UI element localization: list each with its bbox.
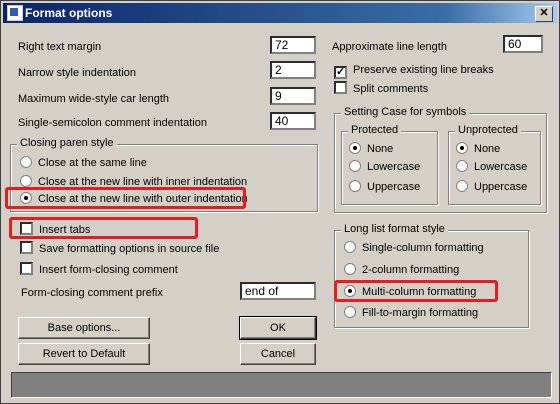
radio-icon [456, 180, 468, 192]
long-list-legend: Long list format style [341, 223, 448, 235]
protected-uppercase-radio[interactable]: Uppercase [349, 180, 420, 194]
form-closing-prefix-label: Form-closing comment prefix [21, 287, 163, 299]
radio-selected-icon [349, 142, 361, 154]
unprotected-none-radio[interactable]: None [456, 142, 500, 156]
radio-icon [344, 241, 356, 253]
radio-icon [344, 263, 356, 275]
checkbox-icon [20, 262, 33, 275]
checkmark-icon: ✓ [334, 66, 347, 79]
max-wide-style-car-length-field[interactable]: 9 [270, 87, 316, 105]
case-symbols-legend: Setting Case for symbols [341, 106, 470, 118]
two-column-radio[interactable]: 2-column formatting [344, 263, 459, 277]
highlight-multi-column [334, 280, 498, 302]
window-title: Format options [25, 6, 113, 20]
insert-form-closing-comment-checkbox[interactable]: Insert form-closing comment [20, 262, 178, 276]
radio-icon [349, 160, 361, 172]
closing-paren-option-same-line[interactable]: Close at the same line [20, 156, 147, 170]
save-formatting-options-checkbox[interactable]: Save formatting options in source file [20, 241, 219, 255]
approximate-line-length-field[interactable]: 60 [503, 35, 543, 53]
narrow-style-indentation-field[interactable]: 2 [270, 61, 316, 79]
base-options-button[interactable]: Base options... [18, 317, 150, 339]
radio-icon [20, 156, 32, 168]
cancel-button[interactable]: Cancel [240, 343, 316, 365]
max-wide-style-car-length-label: Maximum wide-style car length [18, 93, 169, 105]
approximate-line-length-label: Approximate line length [332, 41, 447, 53]
format-options-dialog: Format options ✕ Right text margin 72 Na… [0, 0, 560, 404]
app-icon [7, 5, 23, 21]
right-text-margin-label: Right text margin [18, 41, 102, 53]
right-text-margin-field[interactable]: 72 [270, 36, 316, 54]
radio-selected-icon [456, 142, 468, 154]
ok-button[interactable]: OK [239, 316, 317, 340]
form-closing-prefix-field[interactable]: end of [240, 282, 316, 300]
revert-to-default-button[interactable]: Revert to Default [18, 343, 150, 365]
single-semicolon-indentation-label: Single-semicolon comment indentation [18, 117, 207, 129]
single-semicolon-indentation-field[interactable]: 40 [270, 112, 316, 130]
highlight-outer-indentation [5, 187, 246, 209]
close-button[interactable]: ✕ [535, 6, 553, 22]
protected-legend: Protected [348, 124, 402, 136]
radio-icon [349, 180, 361, 192]
protected-none-radio[interactable]: None [349, 142, 393, 156]
single-column-radio[interactable]: Single-column formatting [344, 241, 484, 255]
radio-icon [20, 175, 32, 187]
radio-icon [344, 306, 356, 318]
split-comments-checkbox[interactable]: Split comments [334, 81, 428, 95]
unprotected-legend: Unprotected [455, 124, 521, 136]
radio-icon [456, 160, 468, 172]
highlight-insert-tabs [9, 217, 198, 239]
checkbox-icon [20, 241, 33, 254]
narrow-style-indentation-label: Narrow style indentation [18, 67, 137, 79]
unprotected-lowercase-radio[interactable]: Lowercase [456, 160, 527, 174]
status-bar [11, 372, 552, 398]
unprotected-uppercase-radio[interactable]: Uppercase [456, 180, 527, 194]
fill-to-margin-radio[interactable]: Fill-to-margin formatting [344, 306, 478, 320]
checkbox-icon [334, 81, 347, 94]
protected-lowercase-radio[interactable]: Lowercase [349, 160, 420, 174]
preserve-line-breaks-checkbox[interactable]: ✓ Preserve existing line breaks [334, 63, 494, 79]
closing-paren-legend: Closing paren style [17, 137, 117, 149]
title-bar: Format options ✕ [3, 3, 557, 23]
